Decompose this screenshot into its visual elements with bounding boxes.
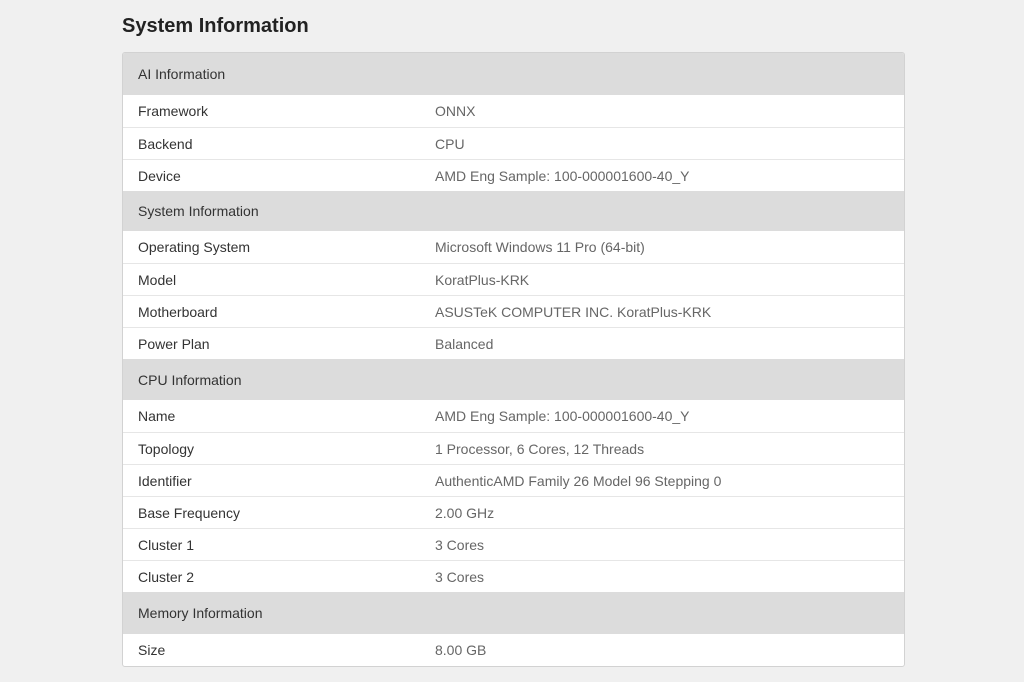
row-label: Name — [138, 408, 176, 424]
row-value: Microsoft Windows 11 Pro (64-bit) — [435, 239, 645, 255]
table-row-operating-system: Operating System Microsoft Windows 11 Pr… — [123, 231, 904, 263]
section-title: Memory Information — [138, 605, 263, 621]
table-row-power-plan: Power Plan Balanced — [123, 327, 904, 359]
row-value: AMD Eng Sample: 100-000001600-40_Y — [435, 167, 690, 184]
section-header-cpu-information: CPU Information — [123, 359, 904, 400]
section-header-system-information: System Information — [123, 191, 904, 231]
row-label: Size — [138, 642, 166, 658]
row-value: 1 Processor, 6 Cores, 12 Threads — [435, 440, 645, 457]
table-row-backend: Backend CPU — [123, 127, 904, 159]
section-title: CPU Information — [138, 371, 242, 388]
row-label: Cluster 2 — [138, 568, 195, 585]
table-row-model: Model KoratPlus-KRK — [123, 263, 904, 295]
row-label: Power Plan — [138, 335, 210, 352]
row-label: Operating System — [138, 239, 251, 255]
row-label: Device — [138, 167, 181, 184]
table-row-cluster-1: Cluster 1 3 Cores — [123, 528, 904, 560]
row-value: ONNX — [435, 103, 476, 119]
row-label: Base Frequency — [138, 504, 240, 521]
table-row-base-frequency: Base Frequency 2.00 GHz — [123, 496, 904, 528]
row-value: AuthenticAMD Family 26 Model 96 Stepping… — [435, 472, 722, 489]
row-label: Identifier — [138, 472, 192, 489]
row-value: 2.00 GHz — [435, 504, 495, 521]
table-row-cluster-2: Cluster 2 3 Cores — [123, 560, 904, 592]
row-value: AMD Eng Sample: 100-000001600-40_Y — [435, 408, 690, 424]
row-value: Balanced — [435, 335, 494, 352]
row-value: 3 Cores — [435, 568, 485, 585]
row-value: ASUSTeK COMPUTER INC. KoratPlus-KRK — [435, 303, 712, 320]
row-label: Cluster 1 — [138, 536, 195, 553]
row-label: Motherboard — [138, 303, 218, 320]
row-label: Framework — [138, 103, 209, 119]
row-label: Backend — [138, 135, 193, 152]
table-row-motherboard: Motherboard ASUSTeK COMPUTER INC. KoratP… — [123, 295, 904, 327]
row-value: KoratPlus-KRK — [435, 271, 530, 288]
row-value: CPU — [435, 135, 465, 152]
row-label: Model — [138, 271, 177, 288]
section-header-ai-information: AI Information — [123, 53, 904, 95]
table-row-identifier: Identifier AuthenticAMD Family 26 Model … — [123, 464, 904, 496]
section-title: System Information — [138, 203, 259, 219]
table-row-name: Name AMD Eng Sample: 100-000001600-40_Y — [123, 400, 904, 432]
system-info-table: AI Information Framework ONNX Backend CP… — [122, 52, 905, 667]
row-value: 3 Cores — [435, 536, 485, 553]
table-row-size: Size 8.00 GB — [123, 634, 904, 666]
table-row-topology: Topology 1 Processor, 6 Cores, 12 Thread… — [123, 432, 904, 464]
table-row-framework: Framework ONNX — [123, 95, 904, 127]
row-label: Topology — [138, 440, 195, 457]
section-header-memory-information: Memory Information — [123, 592, 904, 634]
section-title: AI Information — [138, 66, 226, 82]
row-value: 8.00 GB — [435, 642, 487, 658]
page-title: System Information — [122, 15, 309, 37]
table-row-device: Device AMD Eng Sample: 100-000001600-40_… — [123, 159, 904, 191]
